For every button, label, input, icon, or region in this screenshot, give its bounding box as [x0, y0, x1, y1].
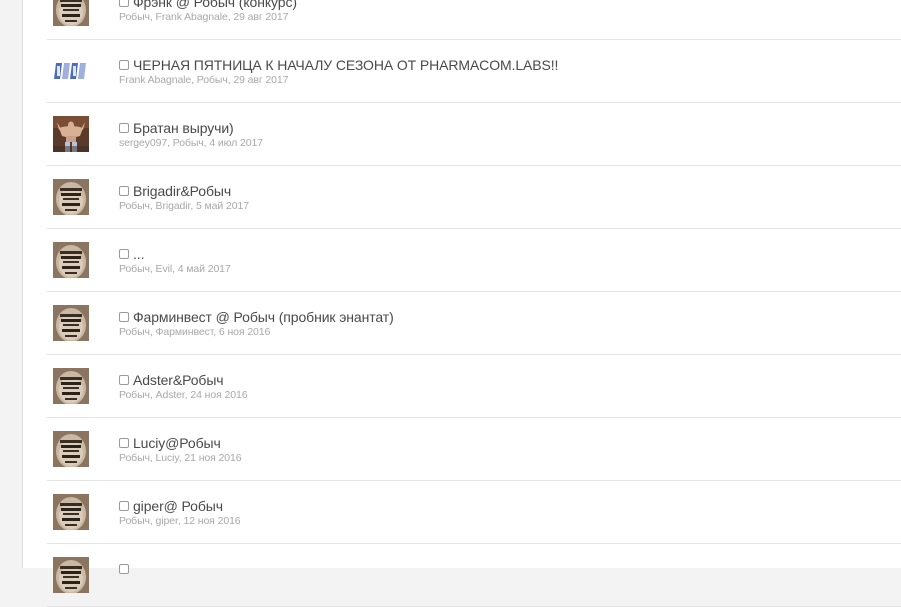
conversation-participants-date: Робыч, Luciy, 21 ноя 2016	[119, 452, 242, 464]
conversation-participants-date: Робыч, Brigadir, 5 май 2017	[119, 200, 249, 212]
left-sidebar-strip	[0, 0, 23, 568]
title-line: Luciy@Робыч	[119, 434, 901, 452]
conversation-body: Luciy@Робыч Робыч, Luciy, 21 ноя 2016	[119, 434, 901, 464]
conversation-body	[119, 560, 901, 578]
conversation-participants-date: sergey097, Робыч, 4 июл 2017	[119, 137, 263, 149]
conversation-title[interactable]: Adster&Робыч	[133, 372, 224, 388]
conversation-participants-date: Робыч, Frank Abagnale, 29 авг 2017	[119, 11, 289, 23]
robych-avatar-avatar[interactable]	[53, 242, 89, 278]
title-line: Фарминвест @ Робыч (пробник энантат)	[119, 308, 901, 326]
select-checkbox[interactable]	[119, 375, 129, 385]
conversation-body: Adster&Робыч Робыч, Adster, 24 ноя 2016	[119, 371, 901, 401]
conversation-row[interactable]: ... Робыч, Evil, 4 май 2017	[47, 229, 901, 292]
conversation-participants-date: Робыч, Фарминвест, 6 ноя 2016	[119, 326, 271, 338]
select-checkbox[interactable]	[119, 186, 129, 196]
conversation-title[interactable]: Brigadir&Робыч	[133, 183, 231, 199]
conversation-row[interactable]: Братан выручи) sergey097, Робыч, 4 июл 2…	[47, 103, 901, 166]
robych-avatar-avatar[interactable]	[53, 305, 89, 341]
title-line: Братан выручи)	[119, 119, 901, 137]
conversation-title[interactable]: Братан выручи)	[133, 120, 234, 136]
conversation-list-panel: Фрэнк @ Робыч (конкурс) Робыч, Frank Aba…	[23, 0, 901, 607]
select-checkbox[interactable]	[119, 564, 129, 574]
conversation-body: Фарминвест @ Робыч (пробник энантат) Роб…	[119, 308, 901, 338]
conversation-title[interactable]: Фарминвест @ Робыч (пробник энантат)	[133, 309, 394, 325]
title-line: Adster&Робыч	[119, 371, 901, 389]
title-line: giper@ Робыч	[119, 497, 901, 515]
conversation-row[interactable]: Luciy@Робыч Робыч, Luciy, 21 ноя 2016	[47, 418, 901, 481]
conversation-row[interactable]: Adster&Робыч Робыч, Adster, 24 ноя 2016	[47, 355, 901, 418]
conversation-title[interactable]: giper@ Робыч	[133, 498, 223, 514]
select-checkbox[interactable]	[119, 312, 129, 322]
select-checkbox[interactable]	[119, 501, 129, 511]
robych-avatar-avatar[interactable]	[53, 0, 89, 26]
conversation-row[interactable]: giper@ Робыч Робыч, giper, 12 ноя 2016	[47, 481, 901, 544]
conversation-body: ЧЕРНАЯ ПЯТНИЦА К НАЧАЛУ СЕЗОНА ОТ PHARMA…	[119, 56, 901, 86]
select-checkbox[interactable]	[119, 438, 129, 448]
conversation-row[interactable]: Brigadir&Робыч Робыч, Brigadir, 5 май 20…	[47, 166, 901, 229]
conversation-body: Братан выручи) sergey097, Робыч, 4 июл 2…	[119, 119, 901, 149]
conversation-participants-date: Робыч, Adster, 24 ноя 2016	[119, 389, 248, 401]
robych-avatar-avatar[interactable]	[53, 431, 89, 467]
conversation-title[interactable]: ...	[133, 246, 144, 262]
conversation-title[interactable]: Luciy@Робыч	[133, 435, 221, 451]
conversation-body: ... Робыч, Evil, 4 май 2017	[119, 245, 901, 275]
robych-avatar-avatar[interactable]	[53, 179, 89, 215]
conversation-row[interactable]: ЧЕРНАЯ ПЯТНИЦА К НАЧАЛУ СЕЗОНА ОТ PHARMA…	[47, 40, 901, 103]
select-checkbox[interactable]	[119, 123, 129, 133]
pharmacom-logo-avatar[interactable]	[53, 53, 89, 89]
title-line: ЧЕРНАЯ ПЯТНИЦА К НАЧАЛУ СЕЗОНА ОТ PHARMA…	[119, 56, 901, 74]
conversation-list: Фрэнк @ Робыч (конкурс) Робыч, Frank Aba…	[47, 0, 901, 607]
conversation-row[interactable]: Фрэнк @ Робыч (конкурс) Робыч, Frank Aba…	[47, 0, 901, 40]
robych-avatar-avatar[interactable]	[53, 494, 89, 530]
title-line: Brigadir&Робыч	[119, 182, 901, 200]
title-line: Фрэнк @ Робыч (конкурс)	[119, 0, 901, 11]
conversation-body: Фрэнк @ Робыч (конкурс) Робыч, Frank Aba…	[119, 0, 901, 23]
robych-avatar-avatar[interactable]	[53, 368, 89, 404]
conversation-body: Brigadir&Робыч Робыч, Brigadir, 5 май 20…	[119, 182, 901, 212]
title-line: ...	[119, 245, 901, 263]
title-line	[119, 560, 901, 578]
robych-avatar-avatar[interactable]	[53, 557, 89, 593]
conversation-participants-date: Frank Abagnale, Робыч, 29 авг 2017	[119, 74, 289, 86]
select-checkbox[interactable]	[119, 0, 129, 7]
select-checkbox[interactable]	[119, 60, 129, 70]
conversation-row[interactable]	[47, 544, 901, 607]
conversation-row[interactable]: Фарминвест @ Робыч (пробник энантат) Роб…	[47, 292, 901, 355]
conversation-title[interactable]: ЧЕРНАЯ ПЯТНИЦА К НАЧАЛУ СЕЗОНА ОТ PHARMA…	[133, 57, 558, 73]
select-checkbox[interactable]	[119, 249, 129, 259]
conversation-body: giper@ Робыч Робыч, giper, 12 ноя 2016	[119, 497, 901, 527]
conversation-participants-date: Робыч, giper, 12 ноя 2016	[119, 515, 241, 527]
conversation-title[interactable]: Фрэнк @ Робыч (конкурс)	[133, 0, 297, 10]
bodybuilder-avatar-avatar[interactable]	[53, 116, 89, 152]
conversation-participants-date: Робыч, Evil, 4 май 2017	[119, 263, 231, 275]
